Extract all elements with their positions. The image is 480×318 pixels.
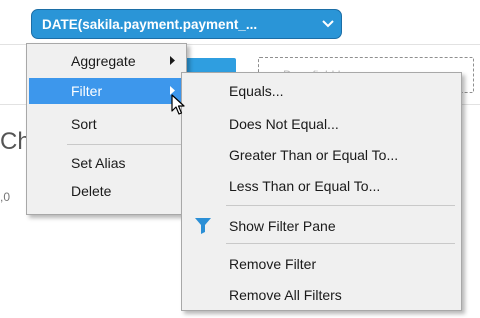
menu-item-label: Remove All Filters xyxy=(229,287,342,303)
menu-item-does-not-equal[interactable]: Does Not Equal... xyxy=(184,111,459,137)
menu-separator xyxy=(226,205,455,206)
axis-label-fragment: ,0 xyxy=(0,190,11,204)
menu-item-label: Set Alias xyxy=(71,155,126,171)
menu-item-sort[interactable]: Sort xyxy=(29,111,184,137)
menu-item-label: Filter xyxy=(71,83,103,99)
menu-item-aggregate[interactable]: Aggregate xyxy=(29,48,184,74)
menu-item-label: Does Not Equal... xyxy=(229,116,339,132)
menu-item-equals[interactable]: Equals... xyxy=(184,78,459,104)
menu-item-greater-than-or-equal[interactable]: Greater Than or Equal To... xyxy=(184,142,459,168)
menu-separator xyxy=(226,243,455,244)
menu-separator xyxy=(67,144,182,145)
menu-item-label: Aggregate xyxy=(71,53,136,69)
menu-item-label: Delete xyxy=(71,183,112,199)
menu-item-label: Remove Filter xyxy=(229,256,317,272)
menu-item-label: Less Than or Equal To... xyxy=(229,178,381,194)
menu-item-delete[interactable]: Delete xyxy=(29,178,184,204)
field-pill[interactable]: DATE(sakila.payment.payment_... xyxy=(31,9,342,39)
menu-item-set-alias[interactable]: Set Alias xyxy=(29,150,184,176)
menu-item-label: Sort xyxy=(71,116,97,132)
chevron-down-icon[interactable] xyxy=(315,20,341,28)
submenu-arrow-icon xyxy=(170,56,175,65)
menu-item-show-filter-pane[interactable]: Show Filter Pane xyxy=(184,213,459,239)
filter-submenu: Equals... Does Not Equal... Greater Than… xyxy=(181,72,462,311)
field-context-menu: Aggregate Filter Sort Set Alias Delete xyxy=(26,43,187,215)
mouse-pointer-icon xyxy=(171,94,185,115)
menu-item-remove-filter[interactable]: Remove Filter xyxy=(184,251,459,277)
field-pill-label: DATE(sakila.payment.payment_... xyxy=(42,16,258,32)
menu-item-remove-all-filters[interactable]: Remove All Filters xyxy=(184,282,459,308)
menu-item-label: Show Filter Pane xyxy=(229,218,336,234)
menu-item-filter[interactable]: Filter xyxy=(29,78,184,104)
menu-item-less-than-or-equal[interactable]: Less Than or Equal To... xyxy=(184,173,459,199)
funnel-icon xyxy=(195,218,211,234)
menu-item-label: Greater Than or Equal To... xyxy=(229,147,399,163)
menu-item-label: Equals... xyxy=(229,83,284,99)
